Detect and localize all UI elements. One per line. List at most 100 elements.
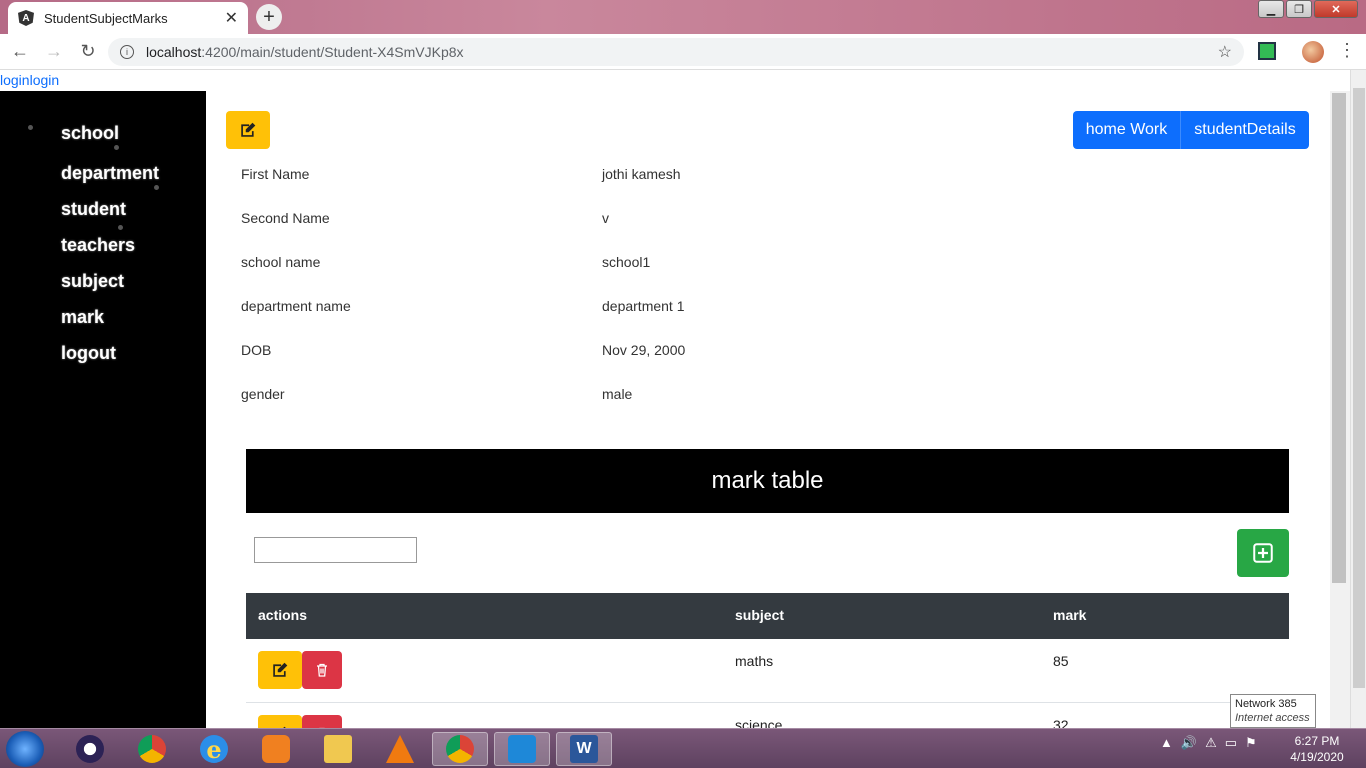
sidebar-item-department[interactable]: department	[61, 163, 159, 184]
mark-search-input[interactable]	[254, 537, 417, 563]
mark-table-title: mark table	[246, 449, 1289, 513]
clock[interactable]: 6:27 PM 4/19/2020	[1286, 733, 1348, 765]
media-player-icon[interactable]	[248, 732, 304, 766]
table-header: actions subject mark	[246, 593, 1289, 639]
cell-subject: science	[735, 717, 783, 728]
internet-explorer-icon[interactable]: e	[186, 732, 242, 766]
info-icon[interactable]: i	[120, 45, 134, 59]
edit-row-button[interactable]	[258, 715, 302, 728]
word-icon[interactable]: W	[556, 732, 612, 766]
column-header-actions: actions	[258, 607, 308, 623]
detail-value-school: school1	[602, 254, 651, 270]
decorative-dot	[118, 225, 123, 230]
edit-icon	[241, 122, 256, 137]
clock-time: 6:27 PM	[1294, 734, 1340, 748]
network-icon[interactable]: ▭	[1225, 735, 1237, 751]
edit-icon	[273, 662, 288, 677]
browser-menu-icon[interactable]: ⋮	[1338, 40, 1356, 61]
detail-label-dob: DOB	[241, 342, 272, 358]
detail-label-second-name: Second Name	[241, 210, 330, 226]
new-tab-button[interactable]: +	[256, 4, 282, 30]
login-link[interactable]: loginlogin	[0, 72, 59, 88]
extension-icon[interactable]	[1258, 42, 1276, 60]
bookmark-star-icon[interactable]: ☆	[1218, 42, 1232, 62]
table-row: science 32	[246, 703, 1289, 728]
detail-label-gender: gender	[241, 386, 285, 402]
tooltip-line2: Internet access	[1235, 712, 1310, 724]
action-center-flag-icon[interactable]: ⚑	[1245, 735, 1257, 751]
sidebar: school department student teachers subje…	[0, 91, 206, 728]
plus-square-icon	[1253, 543, 1273, 563]
alert-icon[interactable]: ⚠	[1205, 735, 1217, 751]
delete-row-button[interactable]	[302, 651, 342, 689]
detail-label-department: department name	[241, 298, 351, 314]
angular-icon: A	[18, 10, 34, 26]
sidebar-item-subject[interactable]: subject	[61, 271, 124, 292]
tab-strip: A StudentSubjectMarks ✕ + ▁ ❐ ✕	[0, 0, 1366, 34]
window-controls: ▁ ❐ ✕	[1258, 0, 1358, 18]
url-path: :4200/main/student/Student-X4SmVJKp8x	[201, 44, 464, 60]
decorative-dot	[154, 185, 159, 190]
cell-mark: 85	[1053, 653, 1069, 669]
file-explorer-icon[interactable]	[310, 732, 366, 766]
start-button[interactable]	[6, 731, 44, 767]
decorative-dot	[114, 145, 119, 150]
detail-value-first-name: jothi kamesh	[602, 166, 681, 182]
minimize-button[interactable]: ▁	[1258, 0, 1284, 18]
decorative-dot	[28, 125, 33, 130]
column-header-subject: subject	[735, 607, 785, 623]
detail-value-department: department 1	[602, 298, 685, 314]
sidebar-item-student[interactable]: student	[61, 199, 126, 220]
clock-date: 4/19/2020	[1290, 750, 1344, 764]
edit-row-button[interactable]	[258, 651, 302, 689]
back-icon[interactable]: ←	[6, 38, 34, 66]
chrome-icon[interactable]	[124, 732, 180, 766]
main-content: home Work studentDetails First Name joth…	[206, 91, 1330, 728]
page-scroll-thumb[interactable]	[1353, 88, 1365, 688]
inner-scroll-thumb[interactable]	[1332, 93, 1346, 583]
student-details-button[interactable]: studentDetails	[1180, 111, 1309, 149]
close-tab-icon[interactable]: ✕	[225, 8, 238, 28]
maximize-button[interactable]: ❐	[1286, 0, 1312, 18]
url-host: localhost	[146, 44, 202, 60]
network-tooltip: Network 385 Internet access	[1230, 694, 1316, 728]
detail-label-school: school name	[241, 254, 321, 270]
page-scrollbar[interactable]	[1350, 70, 1366, 728]
system-tray: ▲ 🔊 ⚠ ▭ ⚑	[1160, 735, 1257, 751]
delete-row-button[interactable]	[302, 715, 342, 728]
table-row: maths 85	[246, 639, 1289, 703]
page-viewport: loginlogin school department student tea…	[0, 70, 1350, 728]
address-bar[interactable]: i localhost:4200/main/student/Student-X4…	[108, 38, 1244, 66]
browser-tab[interactable]: A StudentSubjectMarks ✕	[8, 2, 248, 34]
trash-icon	[317, 663, 327, 677]
show-hidden-icons-icon[interactable]: ▲	[1160, 735, 1173, 751]
sidebar-item-logout[interactable]: logout	[61, 343, 116, 364]
taskbar: e W ▲ 🔊 ⚠ ▭ ⚑ 6:27 PM 4/19/2020	[0, 728, 1366, 768]
sidebar-item-mark[interactable]: mark	[61, 307, 104, 328]
tab-title: StudentSubjectMarks	[44, 10, 168, 26]
volume-icon[interactable]: 🔊	[1181, 735, 1197, 751]
detail-value-dob: Nov 29, 2000	[602, 342, 686, 358]
sidebar-item-teachers[interactable]: teachers	[61, 235, 135, 256]
vscode-icon[interactable]	[494, 732, 550, 766]
forward-icon[interactable]: →	[40, 38, 68, 66]
tooltip-line1: Network 385	[1235, 698, 1297, 710]
sidebar-item-school[interactable]: school	[61, 123, 119, 144]
detail-value-second-name: v	[602, 210, 609, 226]
detail-value-gender: male	[602, 386, 633, 402]
cell-mark: 32	[1053, 717, 1069, 728]
add-mark-button[interactable]	[1237, 529, 1289, 577]
browser-toolbar: ← → ↻ i localhost:4200/main/student/Stud…	[0, 34, 1366, 70]
detail-label-first-name: First Name	[241, 166, 310, 182]
column-header-mark: mark	[1053, 607, 1087, 623]
inner-scrollbar[interactable]	[1330, 91, 1350, 728]
close-window-button[interactable]: ✕	[1314, 0, 1358, 18]
vlc-icon[interactable]	[372, 732, 428, 766]
chrome-active-icon[interactable]	[432, 732, 488, 766]
reload-icon[interactable]: ↻	[74, 38, 102, 66]
eclipse-icon[interactable]	[62, 732, 118, 766]
home-work-button[interactable]: home Work	[1073, 111, 1180, 149]
profile-avatar[interactable]	[1302, 41, 1324, 63]
edit-student-button[interactable]	[226, 111, 270, 149]
cell-subject: maths	[735, 653, 774, 669]
